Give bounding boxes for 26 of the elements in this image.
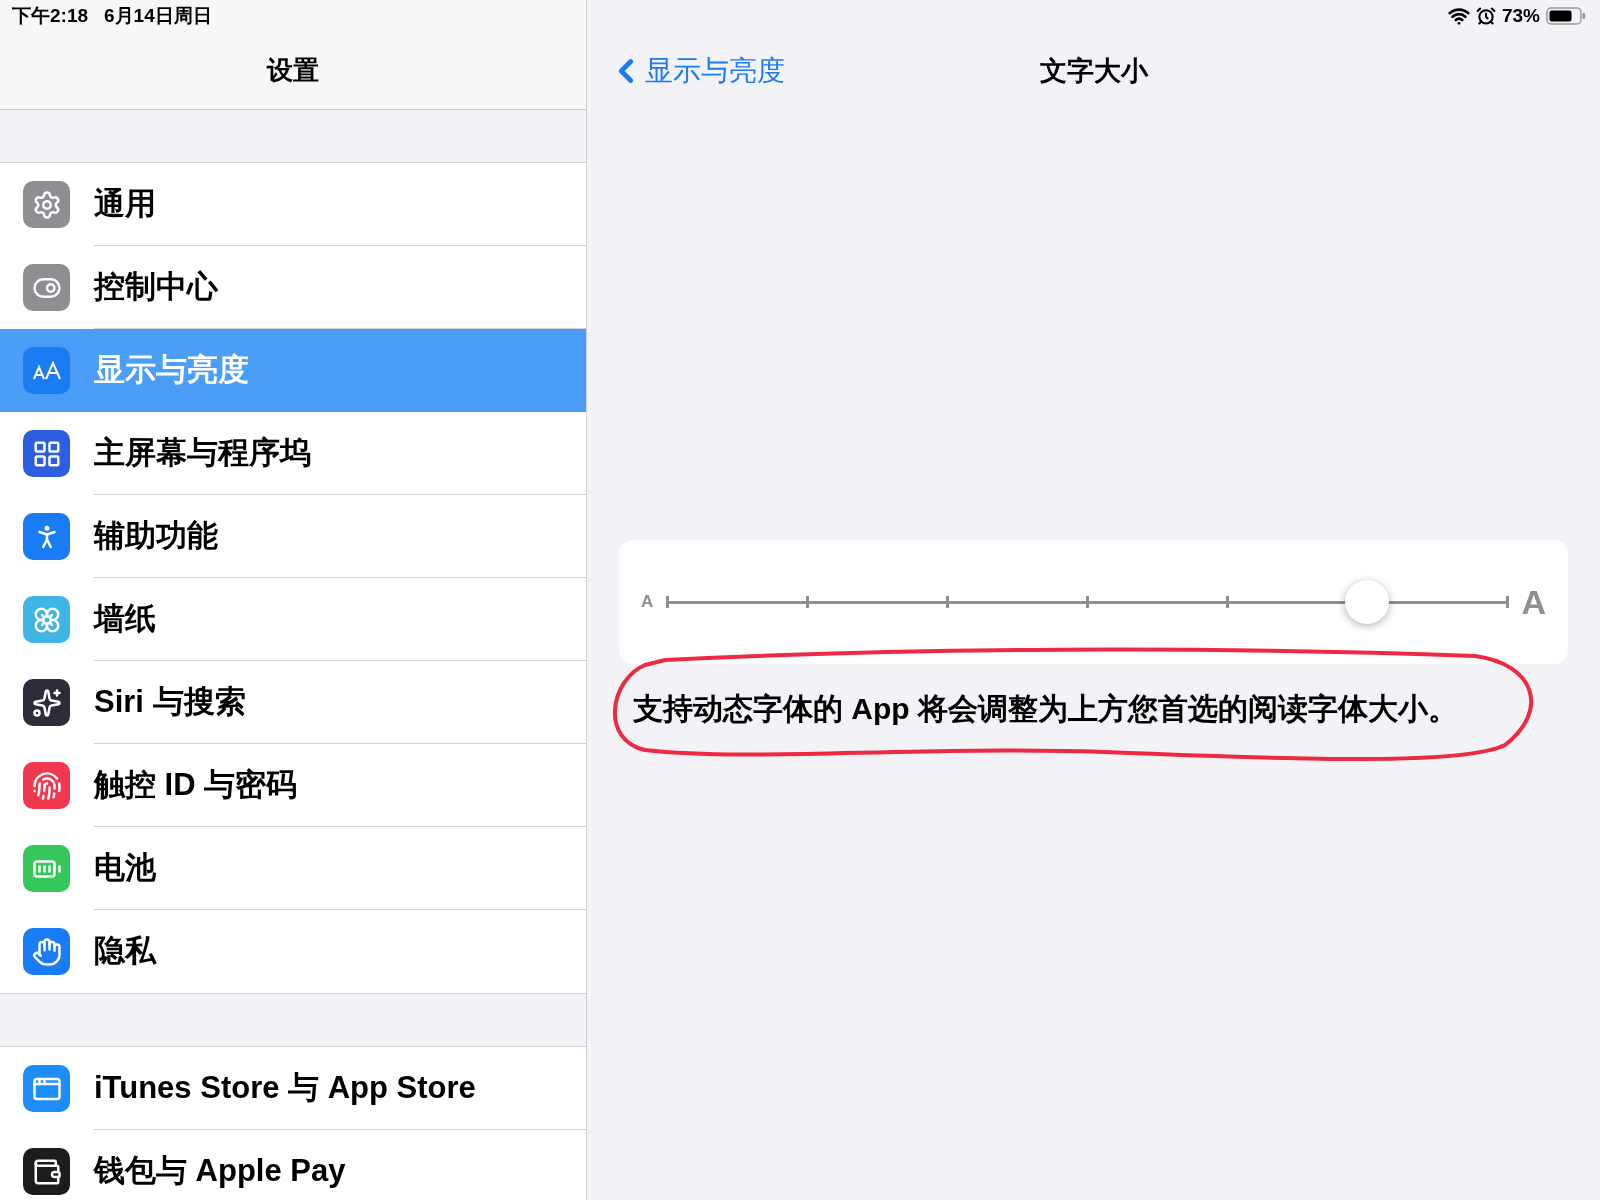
row-label: 主屏幕与程序坞: [94, 433, 311, 472]
sidebar-title: 设置: [267, 54, 319, 87]
row-label: iTunes Store 与 App Store: [94, 1068, 476, 1107]
status-time: 下午2:18: [12, 3, 89, 28]
back-button[interactable]: 显示与亮度: [607, 50, 785, 92]
row-label: 辅助功能: [94, 516, 218, 555]
row-label: 通用: [94, 184, 156, 223]
row-label: 电池: [94, 848, 156, 887]
row-label: 隐私: [94, 932, 156, 971]
page-title: 文字大小: [1039, 54, 1148, 88]
description-text: 支持动态字体的 App 将会调整为上方您首选的阅读字体大小。: [633, 690, 1458, 727]
row-label: 墙纸: [94, 599, 156, 638]
row-label: Siri 与搜索: [94, 682, 246, 721]
wifi-icon: [1447, 5, 1470, 27]
row-label: 钱包与 Apple Pay: [94, 1152, 346, 1191]
status-date: 6月14日周日: [104, 3, 212, 28]
text-size-slider[interactable]: [667, 580, 1508, 624]
row-label: 控制中心: [94, 267, 218, 306]
slider-thumb[interactable]: [1345, 580, 1390, 624]
large-a-label: A: [1521, 581, 1546, 623]
alarm-icon: [1475, 6, 1496, 26]
row-label: 触控 ID 与密码: [94, 765, 298, 804]
battery-percent: 73%: [1501, 3, 1540, 28]
battery-icon: [1546, 6, 1586, 26]
row-label: 显示与亮度: [94, 351, 249, 390]
small-a-label: A: [641, 591, 654, 614]
